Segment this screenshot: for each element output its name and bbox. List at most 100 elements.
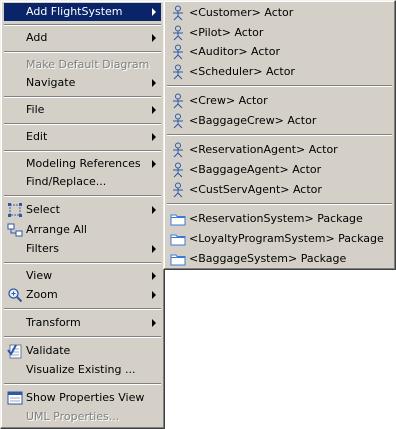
submenu-arrow-icon <box>152 34 156 42</box>
menu-item-view[interactable]: View <box>4 267 161 285</box>
submenu-arrow-icon <box>152 8 156 16</box>
submenu-item-label: <BaggageAgent> Actor <box>189 163 322 176</box>
menu-item-uml-properties: UML Properties... <box>4 408 161 426</box>
submenu-item-label: <ReservationAgent> Actor <box>189 143 338 156</box>
menu-item-label: Find/Replace... <box>26 175 107 188</box>
menu-separator <box>4 123 161 125</box>
menu-separator <box>4 262 161 264</box>
submenu-item-pilot-actor[interactable]: <Pilot> Actor <box>167 24 392 42</box>
menu-item-make-default-diagram: Make Default Diagram <box>4 56 161 74</box>
menu-separator <box>4 336 161 338</box>
menu-item-label: Edit <box>26 130 48 143</box>
menu-item-select[interactable]: Select <box>4 201 161 219</box>
submenu-arrow-icon <box>152 272 156 280</box>
menu-item-label: Filters <box>26 242 59 255</box>
arrange-all-icon <box>7 223 23 237</box>
properties-view-icon <box>7 391 23 405</box>
menu-separator <box>167 134 392 136</box>
submenu-item-reservationagent-actor[interactable]: <ReservationAgent> Actor <box>167 141 392 159</box>
submenu-arrow-icon <box>152 133 156 141</box>
menu-item-filters[interactable]: Filters <box>4 240 161 258</box>
package-folder-icon <box>170 214 186 226</box>
submenu-arrow-icon <box>152 291 156 299</box>
select-icon <box>8 203 22 217</box>
add-flightsystem-submenu: <Customer> Actor <Pilot> Actor <Auditor>… <box>163 0 396 270</box>
actor-icon <box>173 162 183 178</box>
submenu-arrow-icon <box>152 319 156 327</box>
menu-item-label: Validate <box>26 344 71 357</box>
submenu-item-label: <LoyaltyProgramSystem> Package <box>189 232 384 245</box>
submenu-arrow-icon <box>152 245 156 253</box>
menu-item-label: Zoom <box>26 288 58 301</box>
submenu-item-baggagesystem-package[interactable]: <BaggageSystem> Package <box>167 250 392 268</box>
menu-item-edit[interactable]: Edit <box>4 128 161 146</box>
submenu-arrow-icon <box>152 79 156 87</box>
menu-item-label: Show Properties View <box>26 391 145 404</box>
menu-item-navigate[interactable]: Navigate <box>4 74 161 92</box>
menu-item-add[interactable]: Add <box>4 29 161 47</box>
submenu-item-crew-actor[interactable]: <Crew> Actor <box>167 92 392 110</box>
menu-item-arrange-all[interactable]: Arrange All <box>4 221 161 239</box>
validate-checklist-icon <box>7 344 22 359</box>
submenu-item-loyaltyprogramsystem-package[interactable]: <LoyaltyProgramSystem> Package <box>167 230 392 248</box>
package-folder-icon <box>170 234 186 246</box>
menu-separator <box>4 383 161 385</box>
menu-item-label: Visualize Existing ... <box>26 363 136 376</box>
menu-item-label: Select <box>26 203 60 216</box>
submenu-item-auditor-actor[interactable]: <Auditor> Actor <box>167 43 392 61</box>
actor-icon <box>173 142 183 158</box>
menu-item-find-replace[interactable]: Find/Replace... <box>4 173 161 191</box>
menu-item-label: Arrange All <box>26 223 87 236</box>
menu-separator <box>4 195 161 197</box>
submenu-item-label: <Crew> Actor <box>189 94 268 107</box>
submenu-item-customer-actor[interactable]: <Customer> Actor <box>167 4 392 22</box>
menu-separator <box>167 203 392 205</box>
submenu-item-label: <CustServAgent> Actor <box>189 183 322 196</box>
submenu-item-label: <ReservationSystem> Package <box>189 212 363 225</box>
actor-icon <box>173 25 183 41</box>
menu-item-visualize-existing[interactable]: Visualize Existing ... <box>4 361 161 379</box>
menu-separator <box>4 24 161 26</box>
menu-item-show-properties-view[interactable]: Show Properties View <box>4 389 161 407</box>
submenu-item-baggagecrew-actor[interactable]: <BaggageCrew> Actor <box>167 112 392 130</box>
submenu-item-baggageagent-actor[interactable]: <BaggageAgent> Actor <box>167 161 392 179</box>
menu-item-label: Navigate <box>26 76 76 89</box>
package-folder-icon <box>170 254 186 266</box>
submenu-arrow-icon <box>152 106 156 114</box>
context-menu: Add FlightSystem Add Make Default Diagra… <box>0 0 165 429</box>
menu-item-label: File <box>26 103 45 116</box>
menu-item-label: Modeling References <box>26 157 141 170</box>
submenu-item-scheduler-actor[interactable]: <Scheduler> Actor <box>167 63 392 81</box>
submenu-item-label: <Pilot> Actor <box>189 26 264 39</box>
actor-icon <box>173 5 183 21</box>
menu-item-add-flightsystem[interactable]: Add FlightSystem <box>4 3 161 21</box>
submenu-item-label: <Auditor> Actor <box>189 45 280 58</box>
menu-item-transform[interactable]: Transform <box>4 314 161 332</box>
menu-item-modeling-references[interactable]: Modeling References <box>4 155 161 173</box>
menu-item-zoom[interactable]: Zoom <box>4 286 161 304</box>
actor-icon <box>173 113 183 129</box>
menu-item-file[interactable]: File <box>4 101 161 119</box>
menu-item-validate[interactable]: Validate <box>4 342 161 360</box>
menu-item-label: Transform <box>26 316 81 329</box>
menu-item-label: Add FlightSystem <box>26 5 123 18</box>
zoom-icon <box>8 288 23 303</box>
submenu-item-label: <BaggageCrew> Actor <box>189 114 317 127</box>
menu-separator <box>4 51 161 53</box>
menu-item-label: UML Properties... <box>26 410 120 423</box>
submenu-item-label: <BaggageSystem> Package <box>189 252 347 265</box>
menu-separator <box>4 150 161 152</box>
menu-item-label: Make Default Diagram <box>26 58 150 71</box>
submenu-item-reservationsystem-package[interactable]: <ReservationSystem> Package <box>167 210 392 228</box>
submenu-item-custservagent-actor[interactable]: <CustServAgent> Actor <box>167 181 392 199</box>
submenu-item-label: <Customer> Actor <box>189 6 294 19</box>
menu-separator <box>167 85 392 87</box>
actor-icon <box>173 44 183 60</box>
menu-separator <box>4 308 161 310</box>
submenu-arrow-icon <box>152 160 156 168</box>
menu-separator <box>4 96 161 98</box>
submenu-item-label: <Scheduler> Actor <box>189 65 295 78</box>
actor-icon <box>173 182 183 198</box>
menu-item-label: Add <box>26 31 48 44</box>
actor-icon <box>173 93 183 109</box>
